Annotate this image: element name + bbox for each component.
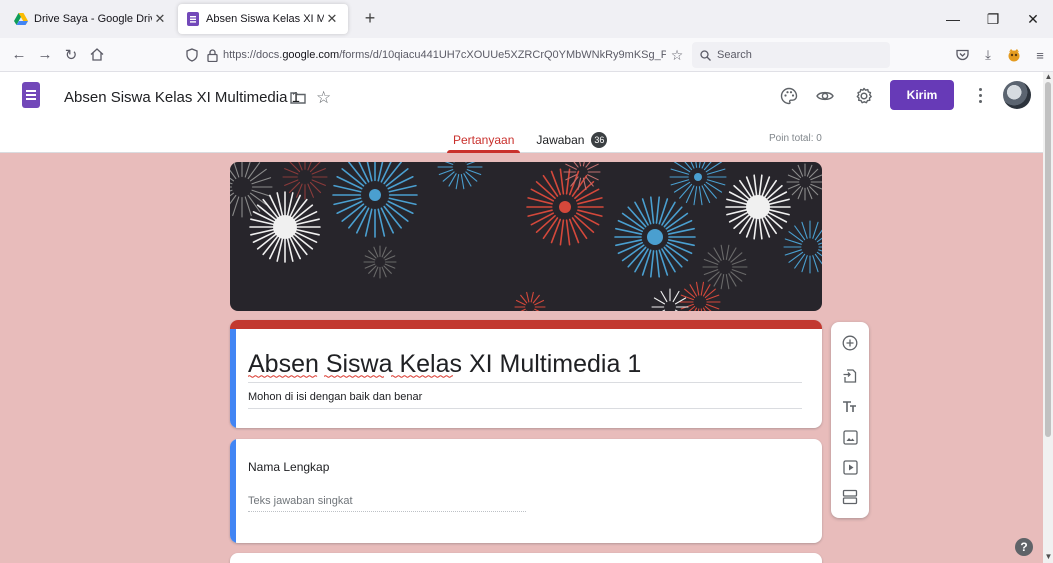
points-total: Poin total: 0 <box>769 133 822 144</box>
form-description[interactable]: Mohon di isi dengan baik dan benar <box>248 391 422 403</box>
firework-burst <box>526 168 604 246</box>
scroll-down-icon[interactable]: ▼ <box>1044 552 1053 561</box>
firework-burst <box>514 291 546 311</box>
firework-burst <box>702 244 748 290</box>
add-question-icon[interactable] <box>839 332 861 354</box>
new-tab-button[interactable]: + <box>360 8 380 29</box>
avatar[interactable] <box>1003 81 1031 109</box>
browser-search-input[interactable]: Search <box>692 42 890 68</box>
close-window-icon[interactable]: ✕ <box>1013 0 1053 38</box>
firework-burst <box>669 162 727 206</box>
tab-questions[interactable]: Pertanyaan <box>447 126 521 153</box>
short-answer-underline <box>248 511 526 512</box>
theme-color-bar <box>230 320 822 329</box>
firework-burst <box>783 220 822 274</box>
question-toolbar <box>831 322 869 518</box>
search-placeholder: Search <box>717 49 752 61</box>
forms-tabs: Pertanyaan Jawaban 36 <box>447 126 623 153</box>
browser-tab-title: Drive Saya - Google Drive <box>34 13 152 25</box>
google-forms-icon <box>186 12 200 26</box>
firework-burst <box>437 162 483 190</box>
tab-label: Pertanyaan <box>453 132 515 147</box>
question-card[interactable]: Nama Lengkap Teks jawaban singkat <box>230 439 822 543</box>
url-bar[interactable]: https://docs.google.com/forms/d/10qiacu4… <box>183 42 688 68</box>
short-answer-placeholder: Teks jawaban singkat <box>248 495 353 507</box>
home-icon[interactable] <box>84 48 110 61</box>
spellcheck-underline <box>391 375 453 378</box>
document-title[interactable]: Absen Siswa Kelas XI Multimedia 1 <box>64 89 300 106</box>
firework-burst <box>614 196 696 278</box>
focus-indicator <box>230 329 236 428</box>
download-icon[interactable]: ⤓ <box>975 47 1001 63</box>
firework-burst <box>651 288 689 311</box>
form-header-banner <box>230 162 822 311</box>
folder-icon[interactable] <box>290 91 306 109</box>
back-arrow-icon[interactable]: ← <box>6 46 32 63</box>
firework-burst <box>725 174 791 240</box>
browser-tab-strip: Drive Saya - Google Drive ✕ Absen Siswa … <box>0 0 1053 38</box>
forms-header: Absen Siswa Kelas XI Multimedia 1 ☆ Kiri… <box>0 72 1043 153</box>
next-question-card[interactable] <box>230 553 822 563</box>
firework-burst <box>786 163 822 201</box>
scroll-up-icon[interactable]: ▲ <box>1044 72 1053 81</box>
close-tab-icon[interactable]: ✕ <box>324 11 340 27</box>
import-questions-icon[interactable] <box>839 365 861 387</box>
bookmark-star-icon[interactable]: ☆ <box>666 47 688 64</box>
fireworks-banner-image <box>230 162 822 311</box>
menu-hamburger-icon[interactable]: ≡ <box>1027 48 1053 63</box>
star-icon[interactable]: ☆ <box>316 88 331 108</box>
add-video-icon[interactable] <box>839 456 861 478</box>
search-icon <box>700 49 711 61</box>
firework-burst <box>332 162 418 238</box>
tab-responses[interactable]: Jawaban 36 <box>530 126 613 153</box>
reload-icon[interactable]: ↻ <box>58 46 84 64</box>
send-button[interactable]: Kirim <box>890 80 954 110</box>
browser-toolbar: ← → ↻ https://docs.google.com/forms/d/10… <box>0 38 1053 72</box>
scrollbar-thumb[interactable] <box>1045 82 1051 437</box>
browser-tab-drive[interactable]: Drive Saya - Google Drive ✕ <box>6 4 176 34</box>
close-tab-icon[interactable]: ✕ <box>152 11 168 27</box>
window-controls: — ❐ ✕ <box>933 0 1053 38</box>
browser-extensions: ⤓ ≡ <box>949 42 1053 68</box>
extension-icon[interactable] <box>1001 48 1027 62</box>
spellcheck-underline <box>324 375 384 378</box>
firework-burst <box>282 162 328 200</box>
add-title-icon[interactable] <box>839 396 861 418</box>
tab-label: Jawaban <box>536 132 585 147</box>
google-forms-logo-icon[interactable] <box>22 82 40 108</box>
spellcheck-underline <box>248 375 318 378</box>
browser-tab-forms[interactable]: Absen Siswa Kelas XI Multimedi ✕ <box>178 4 348 34</box>
firework-burst <box>363 245 397 279</box>
more-options-icon[interactable] <box>972 83 988 107</box>
shield-icon[interactable] <box>183 48 201 62</box>
forward-arrow-icon[interactable]: → <box>32 46 58 63</box>
url-text: https://docs.google.com/forms/d/10qiacu4… <box>223 49 666 61</box>
firework-burst <box>230 162 273 218</box>
google-drive-icon <box>14 12 28 26</box>
restore-icon[interactable]: ❐ <box>973 0 1013 38</box>
settings-gear-icon[interactable] <box>853 85 875 107</box>
minimize-icon[interactable]: — <box>933 0 973 38</box>
form-title-card[interactable]: Absen Siswa Kelas XI Multimedia 1 Mohon … <box>230 320 822 428</box>
focus-indicator <box>230 439 236 543</box>
title-underline <box>248 382 802 383</box>
preview-eye-icon[interactable] <box>814 85 836 107</box>
help-icon[interactable]: ? <box>1015 538 1033 556</box>
lock-icon[interactable] <box>203 48 221 62</box>
firework-burst <box>249 191 321 263</box>
responses-count-badge: 36 <box>591 131 608 148</box>
browser-tab-title: Absen Siswa Kelas XI Multimedi <box>206 13 324 25</box>
question-title[interactable]: Nama Lengkap <box>248 460 329 474</box>
description-underline <box>248 408 802 409</box>
add-section-icon[interactable] <box>839 486 861 508</box>
add-image-icon[interactable] <box>839 426 861 448</box>
palette-icon[interactable] <box>778 85 800 107</box>
pocket-icon[interactable] <box>949 49 975 61</box>
